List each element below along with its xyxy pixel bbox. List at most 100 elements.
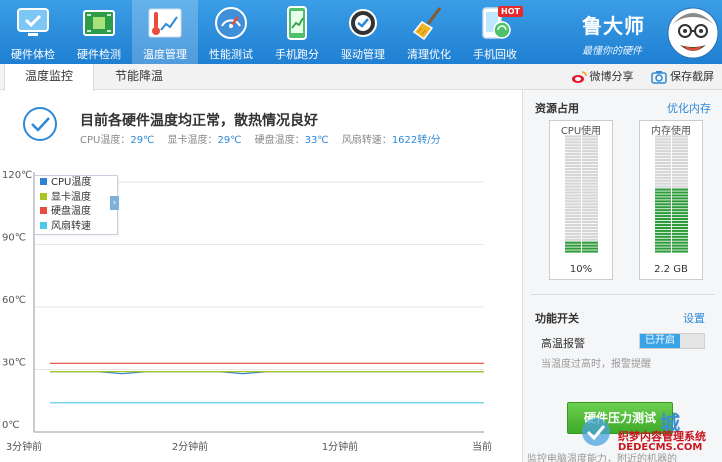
cpu-bar-segment	[582, 141, 598, 144]
cpu-bar-segment	[582, 170, 598, 173]
status-headline: 目前各硬件温度均正常，散热情况良好	[80, 113, 318, 129]
legend-label: 风扇转速	[51, 220, 91, 232]
chart-legend: CPU温度 显卡温度 硬盘温度 风扇转速	[34, 175, 118, 235]
cpu-bar-segment	[565, 161, 581, 165]
legend-item-fan[interactable]: 风扇转速	[35, 220, 117, 235]
cpu-bar-segment	[565, 232, 581, 235]
legend-item-disk[interactable]: 硬盘温度	[35, 205, 117, 220]
cpu-bar-segment	[582, 226, 598, 229]
memory-bar-segment	[672, 150, 688, 153]
cpu-usage-value: 10%	[569, 264, 593, 275]
memory-bar-segment	[655, 135, 671, 138]
toolbar-label: 手机回收	[473, 48, 517, 61]
legend-swatch	[40, 178, 47, 185]
cpu-bar-segment	[582, 229, 598, 232]
cpu-bar-segment	[582, 203, 598, 206]
memory-bar-segment	[672, 232, 688, 235]
memory-bar-segment	[655, 241, 671, 244]
tab-actions: 微博分享 保存截屏	[571, 64, 714, 90]
legend-swatch	[40, 221, 47, 229]
memory-usage-value: 2.2 GB	[654, 264, 688, 275]
cpu-bar-segment	[582, 247, 598, 250]
memory-bar-segment	[672, 170, 688, 173]
legend-collapse-arrow-icon[interactable]: ›	[110, 196, 119, 210]
cpu-bar-segment	[565, 226, 581, 229]
y-tick-label: 30℃	[2, 358, 26, 369]
high-temp-alarm-toggle[interactable]: 已开启	[639, 333, 705, 349]
memory-bar-segment	[655, 226, 671, 229]
memory-bar-segment	[672, 250, 688, 253]
broom-icon	[412, 7, 442, 40]
brand-name: 鲁大师	[582, 14, 645, 38]
cpu-bar-segment	[565, 212, 581, 215]
toolbar-label: 温度管理	[143, 48, 187, 61]
toolbar-item-cleanup[interactable]: 清理优化	[396, 0, 462, 64]
toolbar-item-temperature[interactable]: 温度管理	[132, 0, 198, 64]
legend-label: 硬盘温度	[51, 206, 91, 217]
brand-slogan: 最懂你的硬件	[582, 46, 642, 57]
cpu-bar-segment	[565, 200, 581, 203]
cpu-bar-segment	[582, 161, 598, 165]
legend-item-cpu[interactable]: CPU温度	[35, 176, 117, 191]
cpu-bar-segment	[582, 185, 598, 188]
cpu-bar-segment	[582, 218, 598, 221]
features-title: 功能开关	[535, 312, 579, 325]
y-tick-label: 0℃	[2, 420, 20, 431]
legend-item-gpu[interactable]: 显卡温度	[35, 191, 117, 206]
cpu-bar-segment	[565, 138, 581, 141]
toolbar-item-hardware-detect[interactable]: 硬件检测	[66, 0, 132, 64]
legend-swatch	[40, 207, 47, 214]
cpu-bar-segment	[582, 147, 598, 150]
toolbar-item-phone-benchmark[interactable]: 手机跑分	[264, 0, 330, 64]
cpu-bar-segment	[582, 212, 598, 215]
cpu-bar-segment	[565, 167, 581, 170]
memory-bar-segment	[655, 179, 671, 182]
memory-bar-segment	[672, 141, 688, 144]
toolbar-item-performance[interactable]: 性能测试	[198, 0, 264, 64]
tab-temperature-monitor[interactable]: 温度监控	[4, 64, 94, 91]
optimize-memory-link[interactable]: 优化内存	[667, 100, 711, 116]
memory-bar-segment	[672, 226, 688, 229]
cpu-bar-segment	[582, 209, 598, 212]
cpu-bar-segment	[582, 194, 598, 197]
toolbar-item-driver[interactable]: 驱动管理	[330, 0, 396, 64]
cpu-bar-segment	[582, 206, 598, 209]
memory-bar-segment	[655, 138, 671, 141]
toolbar-label: 性能测试	[209, 48, 253, 61]
memory-bar-segment	[672, 203, 688, 206]
settings-link[interactable]: 设置	[683, 310, 705, 326]
memory-bar-segment	[655, 191, 671, 194]
memory-bar-segment	[655, 223, 671, 227]
y-tick-label: 60℃	[2, 295, 26, 306]
cpu-bar-segment	[565, 220, 581, 224]
gpu-temp-label: 显卡温度：	[167, 135, 218, 146]
memory-bar-segment	[672, 238, 688, 241]
cpu-usage-meter: CPU使用 10%	[549, 120, 613, 280]
memory-bar-segment	[655, 194, 671, 197]
save-screenshot-link[interactable]: 保存截屏	[651, 64, 714, 90]
cpu-bar-segment	[565, 238, 581, 241]
tab-energy-saving[interactable]: 节能降温	[94, 64, 184, 90]
cpu-temp-value: 29℃	[130, 135, 155, 146]
right-panel: 资源占用 优化内存 CPU使用 10% 内存使用 2.2 GB 功能开关 设置 …	[522, 90, 722, 462]
cpu-bar-segment	[582, 223, 598, 227]
cpu-bar-segment	[565, 215, 581, 218]
toolbar-label: 驱动管理	[341, 48, 385, 61]
cpu-temp-label: CPU温度：	[80, 135, 131, 146]
cpu-bar-segment	[565, 135, 581, 138]
memory-bar-segment	[672, 200, 688, 203]
memory-bar-segment	[672, 153, 688, 156]
memory-bar-segment	[672, 138, 688, 141]
memory-bar-segment	[672, 159, 688, 162]
memory-bar-segment	[672, 161, 688, 165]
cpu-bar-segment	[565, 244, 581, 247]
memory-bar-segment	[672, 188, 688, 191]
cpu-bar-segment	[582, 150, 598, 153]
alarm-description: 当温度过高时，报警提醒	[541, 359, 651, 370]
memory-bar-segment	[672, 185, 688, 188]
memory-bar-segment	[672, 229, 688, 232]
weibo-share-link[interactable]: 微博分享	[571, 64, 634, 90]
memory-bar-segment	[672, 223, 688, 227]
toolbar-item-hardware-check[interactable]: 硬件体检	[0, 0, 66, 64]
memory-bar-segment	[655, 244, 671, 247]
